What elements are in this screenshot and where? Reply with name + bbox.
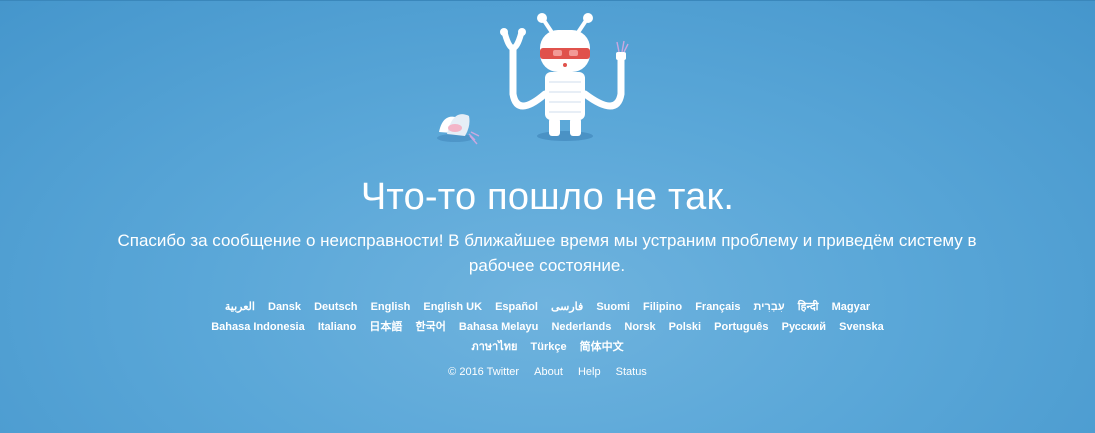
language-link-polish[interactable]: Polski	[669, 321, 701, 333]
language-item[interactable]: Norsk	[624, 320, 655, 334]
language-link-danish[interactable]: Dansk	[268, 301, 301, 313]
language-item[interactable]: 日本語	[369, 320, 402, 334]
language-item[interactable]: فارسی	[551, 300, 583, 314]
language-item[interactable]: Filipino	[643, 300, 682, 314]
error-message: Спасибо за сообщение о неисправности! В …	[117, 231, 977, 275]
language-item[interactable]: Español	[495, 300, 538, 314]
language-item[interactable]: Magyar	[832, 300, 871, 314]
language-item[interactable]: Svenska	[839, 320, 884, 334]
about-link[interactable]: About	[534, 366, 563, 378]
language-link-english-uk[interactable]: English UK	[423, 301, 482, 313]
broken-robot-illustration	[425, 8, 655, 156]
language-link-indonesian[interactable]: Bahasa Indonesia	[211, 321, 305, 333]
footer-item[interactable]: Status	[616, 365, 647, 379]
language-link-russian[interactable]: Русский	[782, 321, 826, 333]
language-item[interactable]: Français	[695, 300, 740, 314]
language-link-hebrew[interactable]: עִבְרִית	[754, 301, 785, 313]
language-link-malay[interactable]: Bahasa Melayu	[459, 321, 538, 333]
footer-item[interactable]: About	[534, 365, 563, 379]
language-item[interactable]: العربية	[225, 300, 255, 314]
footer-links: © 2016 Twitter About Help Status	[0, 365, 1095, 379]
broken-robot-icon	[437, 13, 629, 145]
language-link-hindi[interactable]: हिन्दी	[798, 301, 819, 313]
language-item[interactable]: English	[371, 300, 411, 314]
language-item[interactable]: Deutsch	[314, 300, 357, 314]
language-item[interactable]: Português	[714, 320, 768, 334]
language-link-turkish[interactable]: Türkçe	[531, 341, 567, 353]
language-link-portuguese[interactable]: Português	[714, 321, 768, 333]
language-link-norwegian[interactable]: Norsk	[624, 321, 655, 333]
language-link-french[interactable]: Français	[695, 301, 740, 313]
language-item[interactable]: ภาษาไทย	[471, 340, 517, 354]
language-link-spanish[interactable]: Español	[495, 301, 538, 313]
language-item[interactable]: हिन्दी	[798, 300, 819, 314]
language-link-swedish[interactable]: Svenska	[839, 321, 884, 333]
language-link-italian[interactable]: Italiano	[318, 321, 357, 333]
language-list-row-2: Bahasa Indonesia Italiano 日本語 한국어 Bahasa…	[0, 320, 1095, 334]
language-link-japanese[interactable]: 日本語	[369, 321, 402, 333]
language-item[interactable]: Italiano	[318, 320, 357, 334]
language-link-hungarian[interactable]: Magyar	[832, 301, 871, 313]
language-link-simplified-chinese[interactable]: 简体中文	[580, 341, 624, 353]
language-link-farsi[interactable]: فارسی	[551, 301, 583, 313]
language-item[interactable]: Suomi	[596, 300, 630, 314]
status-link[interactable]: Status	[616, 366, 647, 378]
language-link-arabic[interactable]: العربية	[225, 301, 255, 313]
help-link[interactable]: Help	[578, 366, 601, 378]
language-link-german[interactable]: Deutsch	[314, 301, 357, 313]
footer-item[interactable]: Help	[578, 365, 601, 379]
language-item[interactable]: Dansk	[268, 300, 301, 314]
language-item[interactable]: 简体中文	[580, 340, 624, 354]
language-item[interactable]: Bahasa Melayu	[459, 320, 538, 334]
language-link-thai[interactable]: ภาษาไทย	[471, 341, 517, 353]
footer-copyright-item: © 2016 Twitter	[448, 365, 519, 379]
language-list-row-1: العربية Dansk Deutsch English English UK…	[0, 300, 1095, 314]
language-item[interactable]: Türkçe	[531, 340, 567, 354]
language-item[interactable]: English UK	[423, 300, 482, 314]
language-item[interactable]: Polski	[669, 320, 701, 334]
language-link-english[interactable]: English	[371, 301, 411, 313]
language-link-finnish[interactable]: Suomi	[596, 301, 630, 313]
top-border	[0, 0, 1095, 1]
language-link-dutch[interactable]: Nederlands	[551, 321, 611, 333]
language-item[interactable]: 한국어	[415, 320, 445, 334]
language-item[interactable]: Bahasa Indonesia	[211, 320, 305, 334]
copyright-text: © 2016 Twitter	[448, 366, 520, 378]
language-link-filipino[interactable]: Filipino	[643, 301, 682, 313]
language-item[interactable]: Русский	[782, 320, 826, 334]
page-title: Что-то пошло не так.	[360, 176, 735, 218]
language-list-row-3: ภาษาไทย Türkçe 简体中文	[0, 340, 1095, 354]
language-link-korean[interactable]: 한국어	[415, 321, 445, 333]
language-item[interactable]: עִבְרִית	[754, 300, 785, 314]
language-item[interactable]: Nederlands	[551, 320, 611, 334]
